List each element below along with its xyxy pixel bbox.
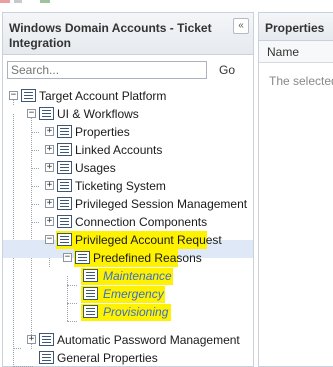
panel-title: Windows Domain Accounts - Ticket Integra… [9, 21, 212, 50]
settings-node-icon [83, 269, 98, 282]
tree-node-general-properties[interactable]: General Properties [3, 349, 253, 367]
settings-node-icon [57, 125, 72, 138]
tree-node-provisioning[interactable]: Provisioning [3, 303, 253, 321]
expand-toggle-icon[interactable]: + [45, 181, 54, 190]
properties-panel: Properties Name The selected [258, 12, 333, 367]
tree-node-privileged-account-request[interactable]: − Privileged Account Request [3, 231, 253, 249]
tree-node-label: Emergency [103, 287, 164, 301]
tree-node-label: Provisioning [103, 305, 169, 319]
settings-node-icon [39, 351, 54, 364]
properties-title: Properties [265, 21, 325, 35]
tree-node-target-account-platform[interactable]: − Target Account Platform [3, 87, 253, 105]
top-edge-strip [0, 0, 333, 5]
tree-node-label: Connection Components [75, 215, 208, 229]
settings-node-icon [83, 287, 98, 300]
platform-tree-panel: Windows Domain Accounts - Ticket Integra… [2, 12, 254, 367]
tree-node-connection-components[interactable]: + Connection Components [3, 213, 253, 231]
expand-toggle-icon[interactable]: + [45, 163, 54, 172]
settings-node-icon [57, 233, 72, 246]
settings-node-icon [57, 179, 72, 192]
expand-toggle-icon[interactable]: + [45, 217, 54, 226]
collapse-toggle-icon[interactable]: − [9, 91, 18, 100]
tree-node-maintenance[interactable]: Maintenance [3, 267, 253, 285]
settings-node-icon [75, 251, 90, 264]
tree-node-predefined-reasons[interactable]: − Predefined Reasons [3, 249, 253, 267]
settings-node-icon [57, 143, 72, 156]
tree-node-label: Linked Accounts [75, 143, 163, 157]
tree-node-label: Ticketing System [75, 179, 166, 193]
collapse-toggle-icon[interactable]: − [63, 253, 72, 262]
tree-node-label: Properties [75, 125, 130, 139]
settings-node-icon [39, 107, 54, 120]
tree-node-privileged-session-management[interactable]: + Privileged Session Management [3, 195, 253, 213]
settings-node-icon [57, 161, 72, 174]
go-button[interactable]: Go [219, 63, 235, 77]
tree-node-label: UI & Workflows [57, 107, 139, 121]
expand-toggle-icon[interactable]: + [27, 335, 36, 344]
settings-node-icon [21, 89, 36, 102]
tree-node-label: Maintenance [103, 269, 172, 283]
collapse-panel-button[interactable]: « [233, 18, 249, 34]
settings-node-icon [83, 305, 98, 318]
collapse-toggle-icon[interactable]: − [27, 109, 36, 118]
settings-node-icon [57, 215, 72, 228]
tree-node-linked-accounts[interactable]: + Linked Accounts [3, 141, 253, 159]
tree-node-label: Privileged Account Request [75, 233, 222, 247]
settings-node-icon [39, 333, 54, 346]
tree-node-properties[interactable]: + Properties [3, 123, 253, 141]
name-column-header[interactable]: Name [259, 41, 333, 63]
tree-node-ui-workflows[interactable]: − UI & Workflows [3, 105, 253, 123]
collapse-toggle-icon[interactable]: − [45, 235, 54, 244]
tree-node-label: Predefined Reasons [93, 251, 202, 265]
expand-toggle-icon[interactable]: + [45, 127, 54, 136]
tree-node-emergency[interactable]: Emergency [3, 285, 253, 303]
tree-node-label: General Properties [57, 351, 158, 365]
expand-toggle-icon[interactable]: + [45, 199, 54, 208]
settings-node-icon [57, 197, 72, 210]
search-input[interactable] [7, 61, 207, 79]
tree-node-label: Usages [75, 161, 116, 175]
expand-toggle-icon[interactable]: + [45, 145, 54, 154]
tree-node-label: Target Account Platform [39, 89, 167, 103]
tree-node-ticketing-system[interactable]: + Ticketing System [3, 177, 253, 195]
properties-header: Properties [259, 13, 333, 41]
tree-node-automatic-password-management[interactable]: + Automatic Password Management [3, 331, 253, 349]
name-column-label: Name [267, 45, 300, 59]
tree-node-label: Privileged Session Management [75, 197, 248, 211]
empty-selection-message: The selected [269, 74, 333, 88]
tree-node-usages[interactable]: + Usages [3, 159, 253, 177]
search-row: Go [7, 61, 251, 81]
panel-header: Windows Domain Accounts - Ticket Integra… [3, 13, 253, 55]
tree-node-label: Automatic Password Management [57, 333, 240, 347]
